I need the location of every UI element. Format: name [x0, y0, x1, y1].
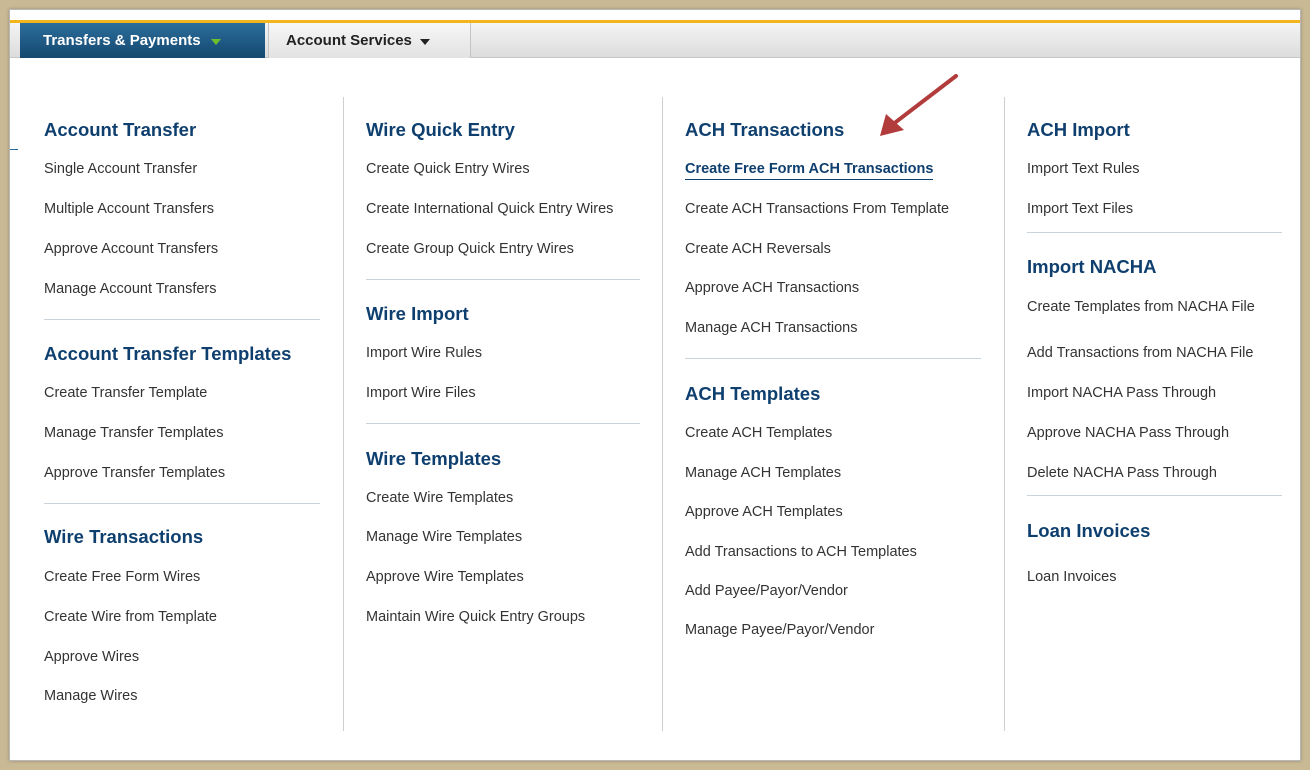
caret-down-icon — [419, 38, 430, 45]
menu-link[interactable]: Import NACHA Pass Through — [1027, 385, 1216, 401]
menu-link[interactable]: Add Transactions from NACHA File — [1027, 345, 1253, 361]
menu-link[interactable]: Approve Wire Templates — [366, 569, 524, 585]
menu-link[interactable]: Manage ACH Transactions — [685, 320, 857, 336]
menu-link[interactable]: Single Account Transfer — [44, 161, 197, 177]
menu-link[interactable]: Create Templates from NACHA File — [1027, 299, 1255, 315]
menu-link[interactable]: Manage Account Transfers — [44, 281, 217, 297]
menu-link[interactable]: Multiple Account Transfers — [44, 201, 214, 217]
menu-link[interactable]: Create Free Form Wires — [44, 569, 200, 585]
section-divider — [366, 423, 640, 424]
section-divider — [44, 503, 320, 504]
caret-down-icon — [210, 38, 221, 45]
column-separator — [343, 97, 344, 731]
section-divider — [1027, 495, 1282, 496]
section-heading-loan-invoices: Loan Invoices — [1027, 520, 1151, 541]
section-heading-wire-quick-entry: Wire Quick Entry — [366, 119, 515, 140]
menu-link[interactable]: Approve Account Transfers — [44, 241, 218, 257]
menu-link[interactable]: Manage ACH Templates — [685, 465, 841, 481]
menu-link[interactable]: Import Text Rules — [1027, 161, 1140, 177]
section-divider — [1027, 232, 1282, 233]
menu-window: Transfers & Payments Account Services Ac… — [9, 9, 1301, 761]
menu-link[interactable]: Manage Transfer Templates — [44, 425, 223, 441]
menu-link[interactable]: Create Group Quick Entry Wires — [366, 241, 574, 257]
section-divider — [44, 319, 320, 320]
section-heading-wire-transactions: Wire Transactions — [44, 526, 204, 547]
menu-link[interactable]: Create Transfer Template — [44, 385, 207, 401]
menu-link[interactable]: Manage Wires — [44, 688, 137, 704]
menu-link[interactable]: Import Text Files — [1027, 201, 1133, 217]
menu-link[interactable]: Create ACH Templates — [685, 425, 832, 441]
tab-account-services[interactable]: Account Services — [268, 23, 471, 58]
menu-link[interactable]: Approve ACH Templates — [685, 504, 843, 520]
menu-link[interactable]: Loan Invoices — [1027, 569, 1116, 585]
section-divider — [685, 358, 981, 359]
menu-link-active[interactable]: Create Free Form ACH Transactions — [685, 161, 934, 180]
column-separator — [1004, 97, 1005, 731]
section-heading-ach-templates: ACH Templates — [685, 383, 821, 404]
section-heading-ach-import: ACH Import — [1027, 119, 1130, 140]
left-edge-marker — [10, 149, 18, 150]
menu-link[interactable]: Approve ACH Transactions — [685, 280, 859, 296]
menu-link[interactable]: Create ACH Transactions From Template — [685, 201, 949, 217]
tab-label: Transfers & Payments — [43, 32, 201, 49]
section-heading-wire-import: Wire Import — [366, 303, 469, 324]
menu-link[interactable]: Manage Payee/Payor/Vendor — [685, 622, 874, 638]
menu-link[interactable]: Maintain Wire Quick Entry Groups — [366, 609, 585, 625]
section-heading-ach-transactions: ACH Transactions — [685, 119, 845, 140]
menu-link[interactable]: Create Quick Entry Wires — [366, 161, 530, 177]
section-heading-account-transfer-templates: Account Transfer Templates — [44, 343, 292, 364]
section-divider — [366, 279, 640, 280]
menu-link[interactable]: Approve Wires — [44, 649, 139, 665]
menu-link[interactable]: Import Wire Files — [366, 385, 476, 401]
menu-link[interactable]: Import Wire Rules — [366, 345, 482, 361]
tab-label: Account Services — [286, 32, 412, 49]
menu-link[interactable]: Add Transactions to ACH Templates — [685, 544, 917, 560]
section-heading-account-transfer: Account Transfer — [44, 119, 197, 140]
menu-link[interactable]: Create Wire Templates — [366, 490, 513, 506]
menu-link[interactable]: Add Payee/Payor/Vendor — [685, 583, 848, 599]
menu-link[interactable]: Approve Transfer Templates — [44, 465, 225, 481]
menu-link[interactable]: Manage Wire Templates — [366, 529, 522, 545]
tab-bar: Transfers & Payments Account Services — [10, 23, 1300, 58]
annotation-arrow-icon — [880, 74, 958, 136]
menu-link[interactable]: Create International Quick Entry Wires — [366, 201, 613, 217]
section-heading-import-nacha: Import NACHA — [1027, 256, 1157, 277]
menu-link[interactable]: Delete NACHA Pass Through — [1027, 465, 1217, 481]
tab-transfers-payments[interactable]: Transfers & Payments — [20, 23, 265, 58]
column-separator — [662, 97, 663, 731]
section-heading-wire-templates: Wire Templates — [366, 448, 502, 469]
menu-link[interactable]: Create ACH Reversals — [685, 241, 831, 257]
menu-link[interactable]: Create Wire from Template — [44, 609, 217, 625]
menu-link[interactable]: Approve NACHA Pass Through — [1027, 425, 1229, 441]
